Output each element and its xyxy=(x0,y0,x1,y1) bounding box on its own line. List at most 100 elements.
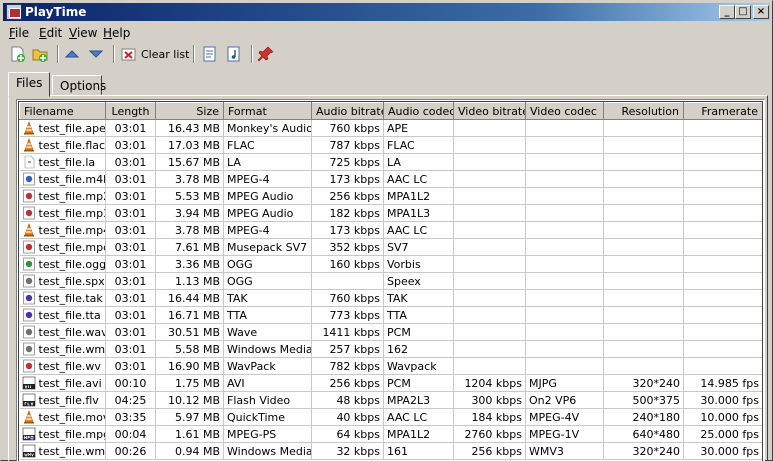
toolbar: Clear list xyxy=(3,42,770,66)
table-row[interactable]: test_file.spx 03:01 1.13 MB OGG Speex xyxy=(19,272,762,290)
table-row[interactable]: test_file.m4b 03:01 3.78 MB MPEG-4 173 kbps A… xyxy=(19,170,762,188)
table-row[interactable]: test_file.mp4 03:01 3.78 MB MPEG-4 173 kbps A… xyxy=(19,221,762,239)
audio-codec-cell: MPA1L3 xyxy=(383,204,454,222)
filename-text: test_file.ape xyxy=(38,122,106,135)
table-row[interactable]: test_file.wma 03:01 5.58 MB Windows Media 25… xyxy=(19,340,762,358)
resolution-cell xyxy=(603,306,684,324)
size-cell: 7.61 MB xyxy=(155,238,224,256)
size-cell: 16.44 MB xyxy=(155,289,224,307)
table-row[interactable]: test_file.tta 03:01 16.71 MB TTA 773 kbps TTA xyxy=(19,306,762,324)
menu-view[interactable]: View xyxy=(69,26,97,40)
length-cell: 00:10 xyxy=(105,374,156,392)
length-cell: 03:01 xyxy=(105,170,156,188)
close-button[interactable]: × xyxy=(753,5,769,19)
table-row[interactable]: test_file.mpc 03:01 7.61 MB Musepack SV7 352… xyxy=(19,238,762,256)
add-folder-icon[interactable] xyxy=(31,45,51,63)
title-bar[interactable]: PlayTime _ □ × xyxy=(3,3,770,21)
framerate-cell: 10.000 fps xyxy=(683,408,762,426)
framerate-cell xyxy=(683,238,762,256)
column-header-format[interactable]: Format xyxy=(223,102,312,120)
length-cell: 03:01 xyxy=(105,306,156,324)
window-title: PlayTime xyxy=(25,5,87,19)
column-header-video-codec[interactable]: Video codec xyxy=(525,102,604,120)
gray-media-icon xyxy=(22,325,36,339)
audio-bitrate-cell: 773 kbps xyxy=(311,306,384,324)
length-cell: 03:01 xyxy=(105,323,156,341)
file-list[interactable]: Filename Length Size Format Audio bitrat… xyxy=(16,99,765,461)
move-up-icon[interactable] xyxy=(63,45,83,63)
table-row[interactable]: test_file.mp3 03:01 3.94 MB MPEG Audio 182 k… xyxy=(19,204,762,222)
add-files-icon[interactable] xyxy=(9,45,29,63)
table-row[interactable]: test_file.ogg 03:01 3.36 MB OGG 160 kbps Vorb… xyxy=(19,255,762,273)
column-header-size[interactable]: Size xyxy=(155,102,224,120)
resolution-cell xyxy=(603,357,684,375)
table-row[interactable]: test_file.avi 00:10 1.75 MB AVI 256 kbps PCM 1… xyxy=(19,374,762,392)
audio-bitrate-cell: 760 kbps xyxy=(311,289,384,307)
format-cell: WavPack xyxy=(223,357,312,375)
filename-cell: test_file.mpg xyxy=(19,425,106,443)
table-row[interactable]: test_file.wav 03:01 30.51 MB Wave 1411 kbps P… xyxy=(19,323,762,341)
move-down-icon[interactable] xyxy=(87,45,107,63)
video-bitrate-cell xyxy=(453,119,526,137)
table-row[interactable]: test_file.mpg 00:04 1.61 MB MPEG-PS 64 kbps M… xyxy=(19,425,762,443)
table-row[interactable]: test_file.wv 03:01 16.90 MB WavPack 782 kbps… xyxy=(19,357,762,375)
format-cell: Windows Media xyxy=(223,340,312,358)
column-header-resolution[interactable]: Resolution xyxy=(603,102,684,120)
files-panel: Filename Length Size Format Audio bitrat… xyxy=(8,95,768,461)
framerate-cell xyxy=(683,289,762,307)
audio-bitrate-cell: 160 kbps xyxy=(311,255,384,273)
purple-media-icon xyxy=(22,308,36,322)
table-row[interactable]: test_file.mov 03:35 5.97 MB QuickTime 40 kbp… xyxy=(19,408,762,426)
maximize-button[interactable]: □ xyxy=(735,5,751,19)
audio-bitrate-cell: 787 kbps xyxy=(311,136,384,154)
table-row[interactable]: test_file.tak 03:01 16.44 MB TAK 760 kbps TAK xyxy=(19,289,762,307)
video-bitrate-cell xyxy=(453,340,526,358)
column-header-filename[interactable]: Filename xyxy=(19,102,106,120)
length-cell: 03:01 xyxy=(105,221,156,239)
table-row[interactable]: test_file.mp2 03:01 5.53 MB MPEG Audio 256 k… xyxy=(19,187,762,205)
export-icon[interactable] xyxy=(201,45,221,63)
column-header-audio-codec[interactable]: Audio codec xyxy=(383,102,454,120)
video-bitrate-cell: 300 kbps xyxy=(453,391,526,409)
column-header-video-bitrate[interactable]: Video bitrate xyxy=(453,102,526,120)
video-bitrate-cell xyxy=(453,272,526,290)
vlc-cone-icon xyxy=(22,410,36,424)
audio-codec-cell: 162 xyxy=(383,340,454,358)
music-file-icon[interactable] xyxy=(225,45,245,63)
video-codec-cell xyxy=(525,255,604,273)
menu-bar: File Edit View Help xyxy=(3,23,770,43)
menu-file[interactable]: File xyxy=(9,26,29,40)
tab-options[interactable]: Options xyxy=(52,75,106,95)
filename-text: test_file.flac xyxy=(38,139,106,152)
clear-list-button[interactable]: Clear list xyxy=(121,45,189,63)
menu-edit[interactable]: Edit xyxy=(39,26,62,40)
column-header-length[interactable]: Length xyxy=(105,102,156,120)
table-row[interactable]: test_file.la 03:01 15.67 MB LA 725 kbps LA xyxy=(19,153,762,171)
framerate-cell xyxy=(683,221,762,239)
column-header-audio-bitrate[interactable]: Audio bitrate xyxy=(311,102,384,120)
size-cell: 3.78 MB xyxy=(155,170,224,188)
audio-bitrate-cell: 256 kbps xyxy=(311,374,384,392)
framerate-cell xyxy=(683,357,762,375)
column-header-framerate[interactable]: Framerate xyxy=(683,102,762,120)
video-codec-cell: MJPG xyxy=(525,374,604,392)
tab-files[interactable]: Files xyxy=(8,72,50,97)
size-cell: 3.78 MB xyxy=(155,221,224,239)
minimize-button[interactable]: _ xyxy=(719,5,735,19)
size-cell: 1.75 MB xyxy=(155,374,224,392)
video-bitrate-cell xyxy=(453,255,526,273)
table-row[interactable]: test_file.flv 04:25 10.12 MB Flash Video 48 … xyxy=(19,391,762,409)
pin-icon[interactable] xyxy=(257,45,277,63)
video-bitrate-cell xyxy=(453,357,526,375)
table-row[interactable]: test_file.wmv 00:26 0.94 MB Windows Media 32… xyxy=(19,442,762,460)
resolution-cell xyxy=(603,323,684,341)
table-row[interactable]: test_file.flac 03:01 17.03 MB FLAC 787 kbps F… xyxy=(19,136,762,154)
audio-codec-cell: AAC LC xyxy=(383,408,454,426)
menu-help[interactable]: Help xyxy=(103,26,130,40)
filename-cell: test_file.wav xyxy=(19,323,106,341)
table-row[interactable]: test_file.ape 03:01 16.43 MB Monkey's Audio… xyxy=(19,119,762,137)
filename-text: test_file.mp4 xyxy=(38,224,106,237)
filename-cell: test_file.mp3 xyxy=(19,204,106,222)
audio-bitrate-cell: 725 kbps xyxy=(311,153,384,171)
red-media-icon xyxy=(22,359,36,373)
